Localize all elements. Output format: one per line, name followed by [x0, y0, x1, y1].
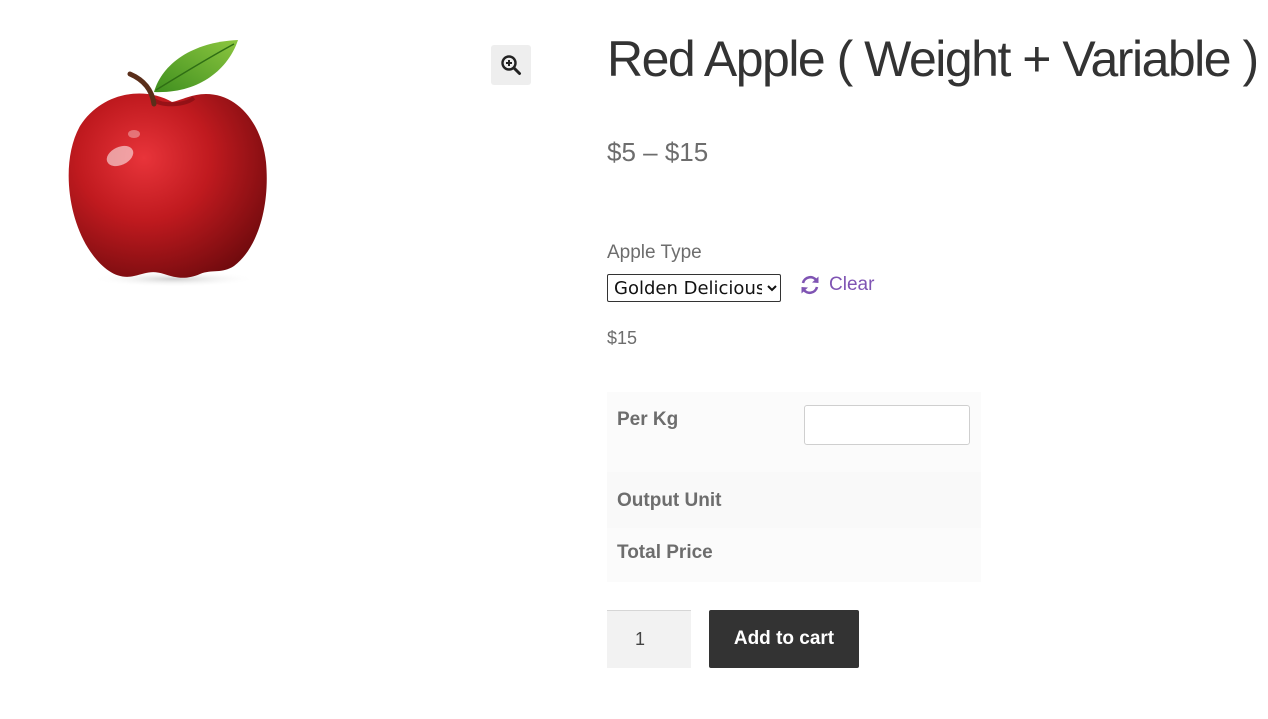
- output-unit-label: Output Unit: [617, 490, 722, 511]
- zoom-trigger[interactable]: [491, 45, 531, 85]
- product-title: Red Apple ( Weight + Variable ): [607, 31, 1259, 87]
- clear-variations-link[interactable]: Clear: [799, 274, 874, 296]
- product-gallery: [0, 0, 560, 719]
- weight-calculator-table: Per Kg Output Unit Total Price: [607, 392, 981, 582]
- price-range: $5 – $15: [607, 137, 709, 167]
- red-apple-image: [68, 40, 267, 287]
- total-price-row: Total Price: [607, 528, 981, 582]
- total-price-label: Total Price: [617, 542, 713, 563]
- magnify-plus-icon: [501, 55, 521, 75]
- variation-price: $15: [607, 328, 638, 348]
- per-kg-label: Per Kg: [617, 409, 679, 430]
- refresh-icon: [801, 275, 819, 295]
- per-kg-input[interactable]: [804, 405, 970, 445]
- quantity-input[interactable]: [607, 610, 691, 668]
- apple-type-label: Apple Type: [607, 242, 702, 263]
- add-to-cart-button[interactable]: Add to cart: [709, 610, 859, 668]
- clear-label: Clear: [829, 274, 875, 295]
- output-unit-row: Output Unit: [607, 472, 981, 528]
- per-kg-row: Per Kg: [607, 392, 981, 472]
- apple-type-select[interactable]: Golden Delicious: [607, 274, 781, 302]
